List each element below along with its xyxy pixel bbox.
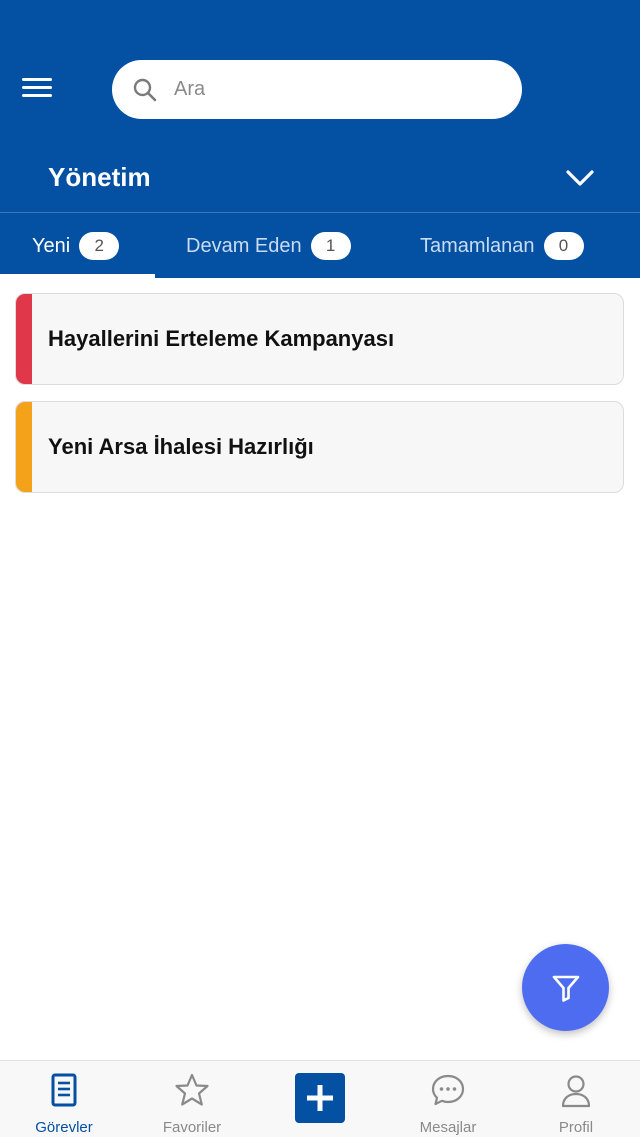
- tab-tamamlanan[interactable]: Tamamlanan 0: [420, 213, 584, 279]
- nav-label: Görevler: [35, 1119, 93, 1136]
- priority-indicator: [16, 294, 32, 384]
- tab-devam-eden[interactable]: Devam Eden 1: [186, 213, 351, 279]
- document-list-icon: [51, 1073, 77, 1107]
- star-icon: [175, 1073, 209, 1106]
- tab-label: Yeni: [32, 234, 71, 257]
- filter-icon: [552, 975, 579, 1002]
- task-title: Hayallerini Erteleme Kampanyası: [48, 326, 395, 351]
- nav-gorevler[interactable]: Görevler: [0, 1061, 128, 1137]
- status-tabs: Yeni 2 Devam Eden 1 Tamamlanan 0: [0, 212, 640, 278]
- priority-indicator: [16, 402, 32, 492]
- chevron-down-icon[interactable]: [564, 166, 596, 190]
- search-icon: [133, 78, 157, 102]
- search-bar[interactable]: [112, 60, 522, 119]
- count-badge: 1: [310, 232, 351, 260]
- add-task-button[interactable]: [295, 1073, 345, 1123]
- nav-favoriler[interactable]: Favoriler: [128, 1061, 256, 1137]
- filter-button[interactable]: [522, 944, 609, 1031]
- task-title: Yeni Arsa İhalesi Hazırlığı: [48, 434, 314, 459]
- nav-label: Mesajlar: [419, 1119, 477, 1136]
- hamburger-menu-icon[interactable]: [22, 78, 56, 102]
- nav-mesajlar[interactable]: Mesajlar: [384, 1061, 512, 1137]
- tab-label: Devam Eden: [186, 234, 302, 257]
- task-card[interactable]: Yeni Arsa İhalesi Hazırlığı: [15, 401, 624, 493]
- plus-icon: [307, 1085, 333, 1111]
- section-title: Yönetim: [48, 162, 151, 192]
- person-icon: [561, 1075, 591, 1108]
- nav-profil[interactable]: Profil: [512, 1061, 640, 1137]
- chat-bubble-icon: [431, 1074, 465, 1106]
- tab-yeni[interactable]: Yeni 2: [32, 213, 120, 279]
- active-tab-indicator: [0, 274, 155, 278]
- count-badge: 0: [543, 232, 584, 260]
- search-input[interactable]: [174, 68, 504, 111]
- count-badge: 2: [79, 232, 120, 260]
- nav-label: Profil: [558, 1119, 594, 1136]
- task-card[interactable]: Hayallerini Erteleme Kampanyası: [15, 293, 624, 385]
- tab-label: Tamamlanan: [420, 234, 535, 257]
- app-header: Yönetim: [0, 0, 640, 212]
- nav-label: Favoriler: [162, 1119, 222, 1136]
